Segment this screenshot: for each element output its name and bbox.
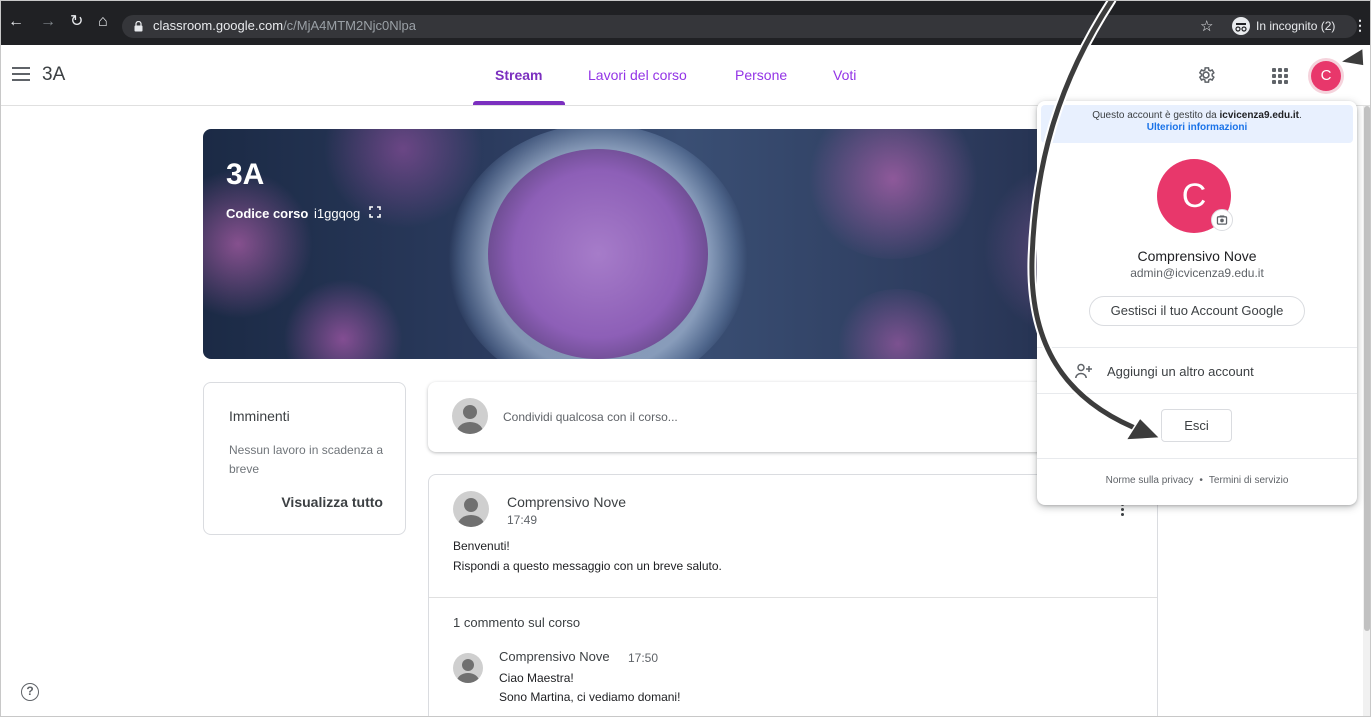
privacy-link[interactable]: Norme sulla privacy (1106, 475, 1194, 486)
learn-more-link[interactable]: Ulteriori informazioni (1041, 122, 1353, 133)
post-time: 17:49 (507, 513, 538, 527)
comment-time: 17:50 (628, 651, 659, 665)
tab-grades[interactable]: Voti (833, 67, 856, 83)
add-account-item[interactable]: Aggiungi un altro account (1107, 364, 1254, 379)
incognito-chip[interactable]: In incognito (2) (1232, 16, 1335, 36)
panel-divider (1037, 347, 1357, 348)
banner-class-title[interactable]: 3A (226, 158, 264, 192)
browser-toolbar: ← → ↻ ⌂ classroom.google.com/c/MjA4MTM2N… (0, 0, 1371, 45)
fullscreen-icon[interactable] (369, 206, 381, 218)
bookmark-star-icon[interactable]: ☆ (1200, 17, 1213, 35)
managed-account-text: Questo account è gestito da icvicenza9.e… (1092, 110, 1302, 121)
forward-arrow-icon[interactable]: → (40, 14, 56, 30)
class-title[interactable]: 3A (42, 64, 65, 86)
active-tab-indicator (473, 101, 565, 105)
comment-author: Comprensivo Nove (499, 649, 610, 664)
apps-grid-icon[interactable] (1272, 68, 1288, 84)
upcoming-title: Imminenti (229, 408, 290, 424)
add-person-icon (1075, 363, 1092, 379)
managed-account-notice: Questo account è gestito da icvicenza9.e… (1041, 105, 1353, 143)
url-text[interactable]: classroom.google.com/c/MjA4MTM2Njc0Nlpa (153, 18, 416, 33)
course-code-label: Codice corso (226, 206, 309, 221)
class-banner (203, 129, 1158, 359)
comment-text-line: Sono Martina, ci vediamo domani! (499, 690, 681, 704)
incognito-icon (1232, 17, 1250, 35)
share-placeholder[interactable]: Condividi qualcosa con il corso... (503, 410, 678, 424)
account-email: admin@icvicenza9.edu.it (1130, 266, 1264, 280)
tab-classwork[interactable]: Lavori del corso (588, 67, 687, 83)
panel-divider (1037, 458, 1357, 459)
course-code-value: i1ggqog (314, 206, 361, 221)
sign-out-button[interactable]: Esci (1161, 409, 1232, 442)
upcoming-card: Imminenti Nessun lavoro in scadenza a br… (203, 382, 406, 535)
post-text-line: Rispondi a questo messaggio con un breve… (453, 559, 722, 573)
comment-text-line: Ciao Maestra! (499, 671, 574, 685)
panel-divider (1037, 393, 1357, 394)
hamburger-menu-icon[interactable] (12, 67, 30, 81)
post-more-options-icon[interactable] (1121, 503, 1125, 519)
stream-post: Comprensivo Nove 17:49 Benvenuti! Rispon… (428, 474, 1158, 717)
post-author: Comprensivo Nove (507, 494, 627, 510)
account-menu-panel: Questo account è gestito da icvicenza9.e… (1037, 101, 1357, 505)
post-author-avatar (453, 491, 489, 527)
upcoming-empty-text: Nessun lavoro in scadenza a breve (229, 443, 384, 476)
reload-icon[interactable]: ↻ (70, 14, 83, 30)
tab-people[interactable]: Persone (735, 67, 787, 83)
user-avatar (452, 398, 488, 434)
browser-menu-icon[interactable]: ⋮ (1353, 17, 1367, 34)
class-comments-count[interactable]: 1 commento sul corso (453, 615, 580, 630)
incognito-label: In incognito (2) (1256, 19, 1336, 33)
account-avatar-button[interactable]: C (1311, 61, 1341, 91)
scrollbar-thumb[interactable] (1364, 106, 1370, 631)
post-text-line: Benvenuti! (453, 539, 510, 553)
account-name: Comprensivo Nove (1137, 248, 1257, 264)
account-footer-links: Norme sulla privacy • Termini di servizio (1037, 475, 1357, 486)
manage-account-button[interactable]: Gestisci il tuo Account Google (1089, 296, 1305, 326)
view-all-link[interactable]: Visualizza tutto (281, 494, 383, 510)
tab-stream[interactable]: Stream (495, 67, 542, 83)
comment-author-avatar (453, 653, 483, 683)
help-icon[interactable]: ? (21, 683, 39, 701)
footer-separator: • (1199, 475, 1203, 486)
camera-icon[interactable] (1211, 209, 1233, 231)
post-divider (429, 597, 1157, 598)
lock-icon (134, 21, 143, 32)
gear-icon[interactable] (1196, 65, 1216, 85)
terms-link[interactable]: Termini di servizio (1209, 475, 1288, 486)
home-icon[interactable]: ⌂ (98, 14, 108, 30)
app-header: 3A Stream Lavori del corso Persone Voti … (0, 45, 1371, 106)
back-arrow-icon[interactable]: ← (8, 14, 24, 30)
